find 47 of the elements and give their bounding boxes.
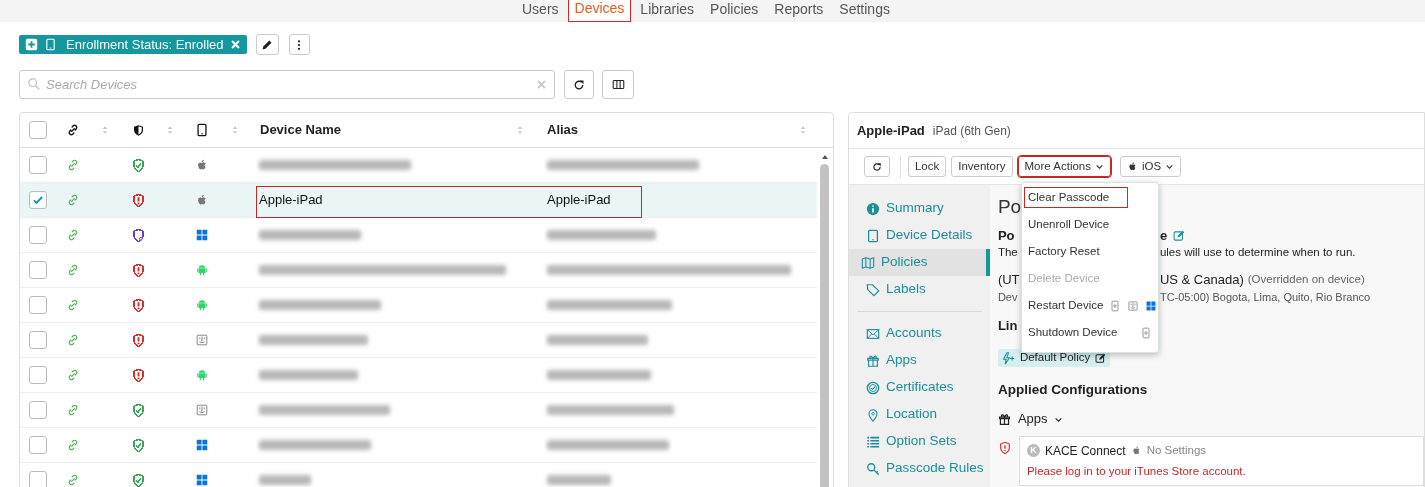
sidebar-item[interactable]: Certificates	[848, 374, 990, 401]
nav-tab[interactable]: Libraries	[633, 0, 702, 22]
error-message: Please log in to your iTunes Store account.	[1026, 463, 1247, 479]
device-name: Apple-iPad	[259, 191, 323, 210]
text-fragment: Po	[997, 227, 1016, 246]
menu-item[interactable]: Restart Device	[1022, 292, 1158, 319]
toolbar-button[interactable]: Lock	[907, 156, 947, 177]
nav-tab[interactable]: Policies	[703, 0, 766, 22]
sidebar-item[interactable]: Device Details	[848, 222, 990, 249]
note-text: (Overridden on device)	[1247, 272, 1365, 288]
column-header[interactable]: Device Name	[260, 120, 341, 140]
avatar: K	[1026, 444, 1040, 458]
more-actions-dropdown[interactable]: More Actions	[1017, 156, 1111, 177]
sidebar-item[interactable]: Summary	[848, 195, 990, 222]
nav-tab[interactable]: Settings	[832, 0, 897, 22]
nav-tab[interactable]: Devices	[567, 0, 632, 22]
heading-text: Po	[997, 195, 1020, 220]
text-fragment: (UT	[997, 271, 1020, 290]
menu-item[interactable]: Shutdown Device	[1022, 319, 1158, 346]
apps-toggle[interactable]: Apps	[1017, 409, 1063, 429]
text-fragment: Lin	[997, 317, 1019, 336]
text-fragment: US & Canada)	[1159, 271, 1244, 290]
text-fragment: TC-05:00) Bogota, Lima, Quito, Rio Branco	[1159, 289, 1371, 305]
text-fragment: e	[1159, 227, 1168, 246]
setting-status: No Settings	[1146, 443, 1207, 459]
nav-tab[interactable]: Users	[515, 0, 566, 22]
text-fragment: Dev	[997, 289, 1019, 305]
sidebar-item[interactable]: Passcode Rules	[848, 455, 990, 482]
search-field[interactable]: Search Devices	[19, 70, 555, 99]
text-fragment: The	[997, 245, 1019, 261]
table-row[interactable]: Apple-iPad Apple-iPad	[20, 183, 817, 218]
menu-item[interactable]: Clear Passcode	[1024, 187, 1128, 208]
app-name: KACE Connect	[1044, 442, 1126, 460]
toolbar-button[interactable]: Inventory	[951, 156, 1013, 177]
text-fragment: ules will use to determine when to run.	[1159, 245, 1356, 261]
sidebar-item[interactable]: Option Sets	[848, 428, 990, 455]
nav-tab[interactable]: Reports	[767, 0, 831, 22]
section-heading: Applied Configurations	[997, 381, 1149, 399]
alias: Apple-iPad	[547, 191, 611, 210]
column-header[interactable]: Alias	[547, 120, 579, 140]
platform-dropdown[interactable]: iOS	[1120, 156, 1182, 177]
menu-item[interactable]: Factory Reset	[1022, 238, 1158, 265]
device-title: Apple-iPad	[856, 121, 925, 140]
device-model: iPad (6th Gen)	[932, 122, 1011, 140]
sidebar-item[interactable]: Accounts	[848, 320, 990, 347]
filter-chip[interactable]: Enrollment Status: Enrolled	[19, 35, 247, 54]
menu-item[interactable]: Unenroll Device	[1022, 211, 1158, 238]
